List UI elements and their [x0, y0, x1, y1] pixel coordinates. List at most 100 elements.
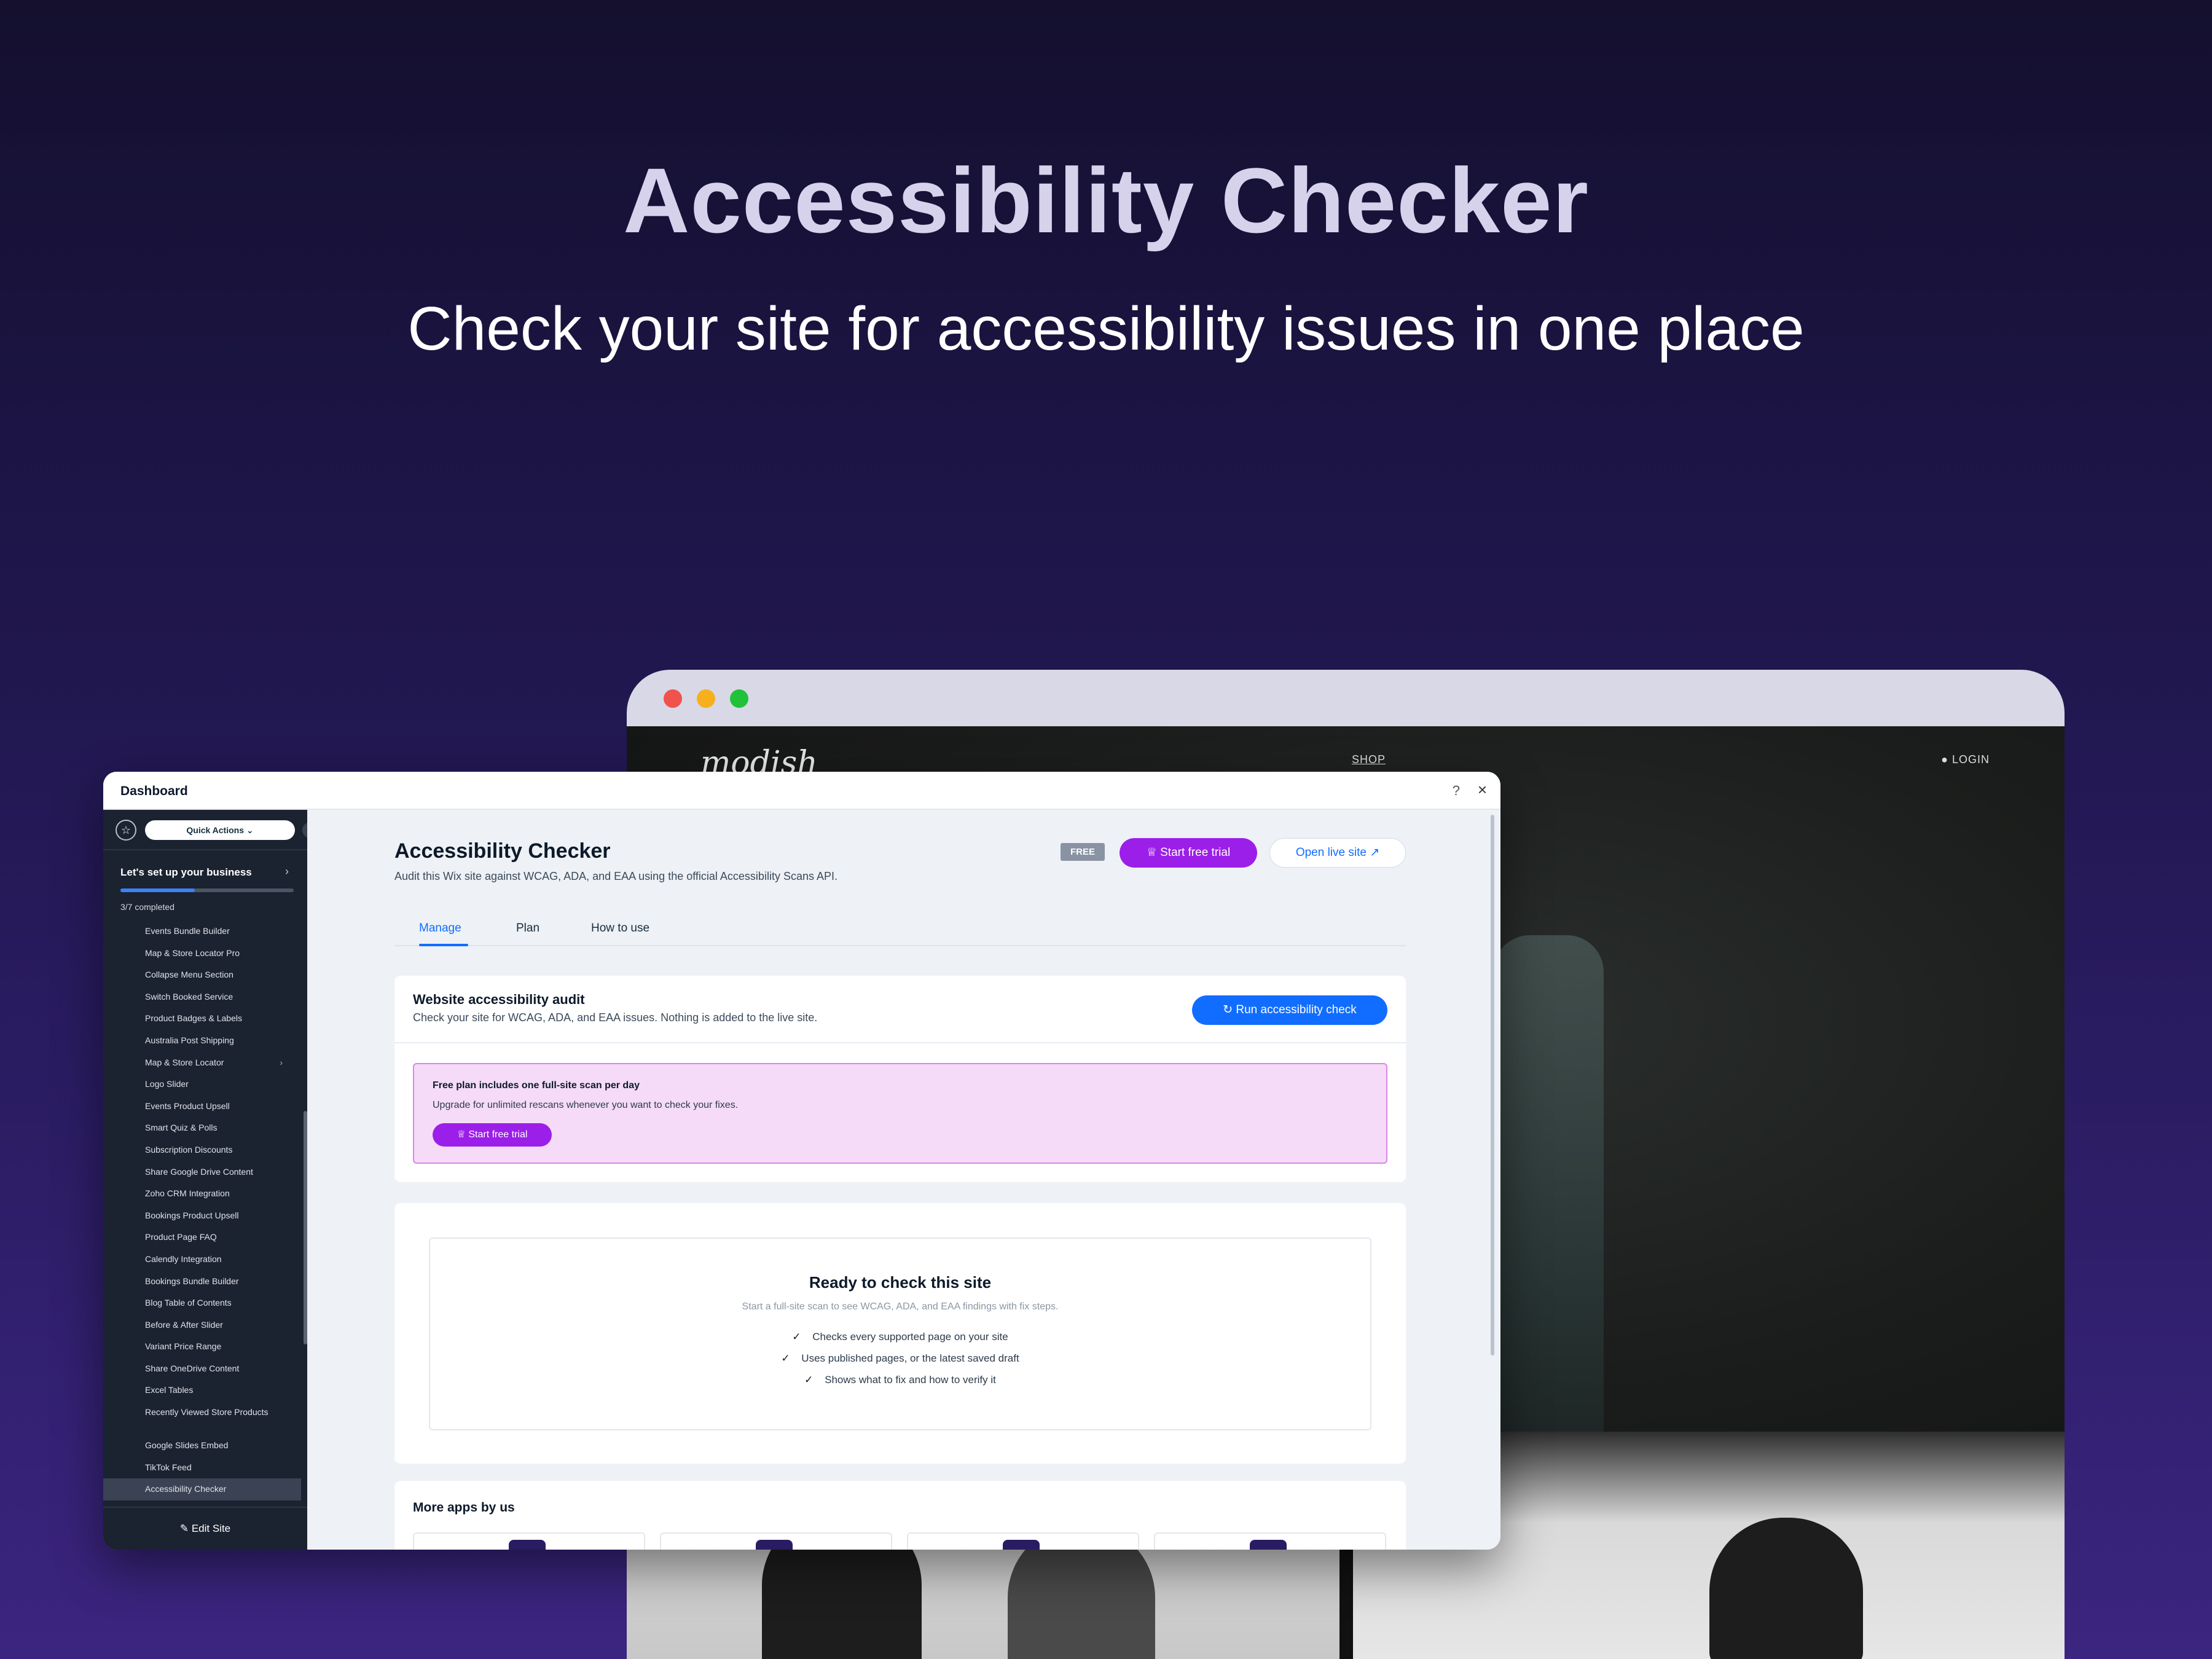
audit-description: Check your site for WCAG, ADA, and EAA i… — [413, 1011, 818, 1024]
sidebar-item-map-store-locator-pro[interactable]: Map & Store Locator Pro — [103, 943, 307, 965]
sidebar-item-before-after-slider[interactable]: Before & After Slider — [103, 1314, 307, 1336]
setup-title: Let's set up your business — [120, 866, 252, 878]
sidebar-item-label: Map & Store Locator — [145, 1057, 224, 1067]
hero-title: Accessibility Checker — [623, 149, 1589, 252]
minimize-window-dot[interactable] — [697, 689, 715, 708]
refresh-icon: ↻ — [1223, 1003, 1236, 1016]
sidebar-item-events-bundle-builder[interactable]: Events Bundle Builder — [103, 920, 307, 943]
sidebar-item-variant-price-range[interactable]: Variant Price Range — [103, 1336, 307, 1358]
sidebar-item-blog-table-of-contents[interactable]: Blog Table of Contents — [103, 1292, 307, 1314]
sidebar-item-calendly-integration[interactable]: Calendly Integration — [103, 1249, 307, 1271]
sidebar-item-logo-slider[interactable]: Logo Slider — [103, 1073, 307, 1096]
setup-progress-fill — [120, 888, 195, 892]
sidebar: ☆ Quick Actions ⌄ ‹ Let's set up your bu… — [103, 810, 318, 1550]
site-login-label: LOGIN — [1951, 753, 1990, 766]
open-live-site-button[interactable]: Open live site ↗ — [1269, 838, 1406, 868]
star-icon[interactable]: ☆ — [116, 820, 136, 841]
sidebar-item-subscription-discounts[interactable]: Subscription Discounts — [103, 1139, 307, 1161]
upsell-start-free-trial-button[interactable]: ♕ Start free trial — [433, 1123, 552, 1147]
list-item: ✓ Checks every supported page on your si… — [430, 1326, 1370, 1347]
app-tile[interactable] — [1154, 1532, 1386, 1550]
audit-card-header: Website accessibility audit Check your s… — [394, 976, 1406, 1043]
sidebar-item-smart-quiz-polls[interactable]: Smart Quiz & Polls — [103, 1117, 307, 1139]
sidebar-item-events-product-upsell[interactable]: Events Product Upsell — [103, 1096, 307, 1118]
chevron-right-icon: › — [285, 865, 289, 877]
close-window-dot[interactable] — [664, 689, 682, 708]
run-accessibility-check-button[interactable]: ↻ Run accessibility check — [1192, 995, 1387, 1025]
help-icon[interactable]: ? — [1453, 783, 1460, 799]
sidebar-app-list: Events Bundle Builder Map & Store Locato… — [103, 920, 307, 1500]
tab-how-to-use[interactable]: How to use — [591, 922, 649, 935]
crown-icon: ♕ — [1146, 846, 1161, 859]
sidebar-item-accessibility-checker[interactable]: Accessibility Checker — [103, 1478, 301, 1500]
site-nav-login[interactable]: ● LOGIN — [1941, 753, 1990, 766]
setup-progress-bar — [120, 888, 294, 892]
more-apps-title: More apps by us — [413, 1500, 515, 1515]
model-silhouette — [1709, 1518, 1863, 1659]
dashboard-title: Dashboard — [120, 784, 188, 798]
external-link-icon: ↗ — [1370, 846, 1380, 859]
ready-description: Start a full-site scan to see WCAG, ADA,… — [742, 1301, 1059, 1312]
start-free-trial-label: Start free trial — [1160, 846, 1231, 859]
plan-badge: FREE — [1061, 843, 1105, 861]
tab-plan[interactable]: Plan — [516, 922, 539, 935]
app-logo-icon — [509, 1540, 546, 1550]
app-logo-icon — [756, 1540, 793, 1550]
sidebar-item-tiktok-feed[interactable]: TikTok Feed — [103, 1457, 307, 1479]
sidebar-item-share-google-drive-content[interactable]: Share Google Drive Content — [103, 1161, 307, 1183]
checklist-label: Checks every supported page on your site — [812, 1331, 1008, 1343]
dashboard-window: Dashboard ? × ☆ Quick Actions ⌄ ‹ Let's … — [103, 772, 1500, 1550]
list-item: ✓ Shows what to fix and how to verify it — [430, 1369, 1370, 1390]
chevron-right-icon: › — [280, 1057, 283, 1067]
edit-site-button[interactable]: ✎ Edit Site — [103, 1507, 307, 1550]
upsell-description: Upgrade for unlimited rescans whenever y… — [433, 1100, 739, 1110]
tab-manage[interactable]: Manage — [419, 922, 461, 935]
sidebar-item-map-store-locator[interactable]: Map & Store Locator › — [103, 1052, 307, 1074]
sidebar-item-switch-booked-service[interactable]: Switch Booked Service — [103, 986, 307, 1008]
dashboard-titlebar: Dashboard ? × — [103, 772, 1500, 810]
run-accessibility-check-label: Run accessibility check — [1236, 1003, 1357, 1016]
sidebar-item-google-slides-embed[interactable]: Google Slides Embed — [103, 1435, 307, 1457]
crown-icon: ♕ — [457, 1129, 469, 1140]
check-icon: ✓ — [792, 1331, 801, 1343]
upsell-button-label: Start free trial — [468, 1129, 528, 1140]
page-title: Accessibility Checker — [394, 839, 611, 863]
app-logo-icon — [1250, 1540, 1287, 1550]
sidebar-item-recently-viewed-store-products[interactable]: Recently Viewed Store Products — [103, 1402, 307, 1435]
site-nav-shop[interactable]: SHOP — [1352, 753, 1386, 766]
pencil-icon: ✎ — [179, 1523, 192, 1534]
check-icon: ✓ — [781, 1352, 790, 1364]
sidebar-item-bookings-bundle-builder[interactable]: Bookings Bundle Builder — [103, 1271, 307, 1293]
sidebar-item-product-page-faq[interactable]: Product Page FAQ — [103, 1226, 307, 1249]
start-free-trial-button[interactable]: ♕ Start free trial — [1120, 838, 1257, 868]
more-apps-card: More apps by us — [394, 1481, 1406, 1550]
page-description: Audit this Wix site against WCAG, ADA, a… — [394, 870, 837, 882]
ready-empty-state: Ready to check this site Start a full-si… — [429, 1237, 1371, 1430]
setup-progress-card[interactable]: Let's set up your business › 3/7 complet… — [103, 849, 307, 927]
sidebar-item-australia-post-shipping[interactable]: Australia Post Shipping — [103, 1030, 307, 1052]
audit-title: Website accessibility audit — [413, 992, 585, 1007]
tab-bar: Manage Plan How to use — [394, 908, 1406, 946]
sidebar-item-zoho-crm-integration[interactable]: Zoho CRM Integration — [103, 1183, 307, 1205]
quick-actions-button[interactable]: Quick Actions ⌄ — [145, 820, 295, 840]
sidebar-item-bookings-product-upsell[interactable]: Bookings Product Upsell — [103, 1205, 307, 1227]
upsell-title: Free plan includes one full-site scan pe… — [433, 1080, 640, 1091]
sidebar-item-collapse-menu-section[interactable]: Collapse Menu Section — [103, 964, 307, 986]
main-scrollbar[interactable] — [1491, 815, 1494, 1355]
sidebar-item-excel-tables[interactable]: Excel Tables — [103, 1379, 307, 1402]
active-tab-indicator — [419, 944, 468, 946]
app-tile[interactable] — [413, 1532, 645, 1550]
app-tile[interactable] — [660, 1532, 892, 1550]
app-logo-icon — [1003, 1540, 1040, 1550]
maximize-window-dot[interactable] — [730, 689, 748, 708]
sidebar-item-share-onedrive-content[interactable]: Share OneDrive Content — [103, 1358, 307, 1380]
sidebar-item-product-badges-labels[interactable]: Product Badges & Labels — [103, 1008, 307, 1030]
model-figure — [1493, 935, 1604, 1513]
ready-title: Ready to check this site — [809, 1273, 992, 1292]
app-tile[interactable] — [907, 1532, 1139, 1550]
setup-completed-count: 3/7 completed — [120, 902, 175, 912]
list-item: ✓ Uses published pages, or the latest sa… — [430, 1347, 1370, 1369]
check-icon: ✓ — [804, 1374, 814, 1386]
main-content: Accessibility Checker Audit this Wix sit… — [307, 810, 1500, 1550]
close-icon[interactable]: × — [1478, 780, 1487, 799]
